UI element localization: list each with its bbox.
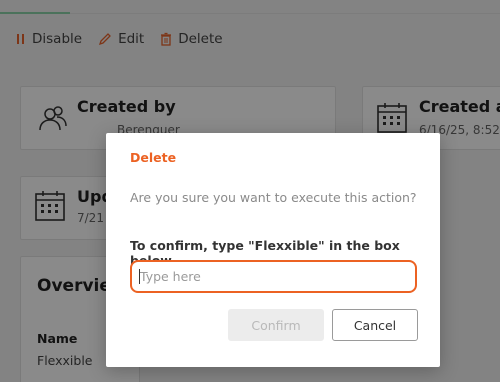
- confirm-text-input[interactable]: [130, 260, 417, 293]
- text-caret: [139, 269, 140, 284]
- dialog-title: Delete: [130, 150, 177, 165]
- cancel-button[interactable]: Cancel: [332, 309, 418, 341]
- dialog-question: Are you sure you want to execute this ac…: [130, 190, 417, 205]
- delete-confirm-dialog: Delete Are you sure you want to execute …: [106, 133, 440, 367]
- confirm-button[interactable]: Confirm: [228, 309, 324, 341]
